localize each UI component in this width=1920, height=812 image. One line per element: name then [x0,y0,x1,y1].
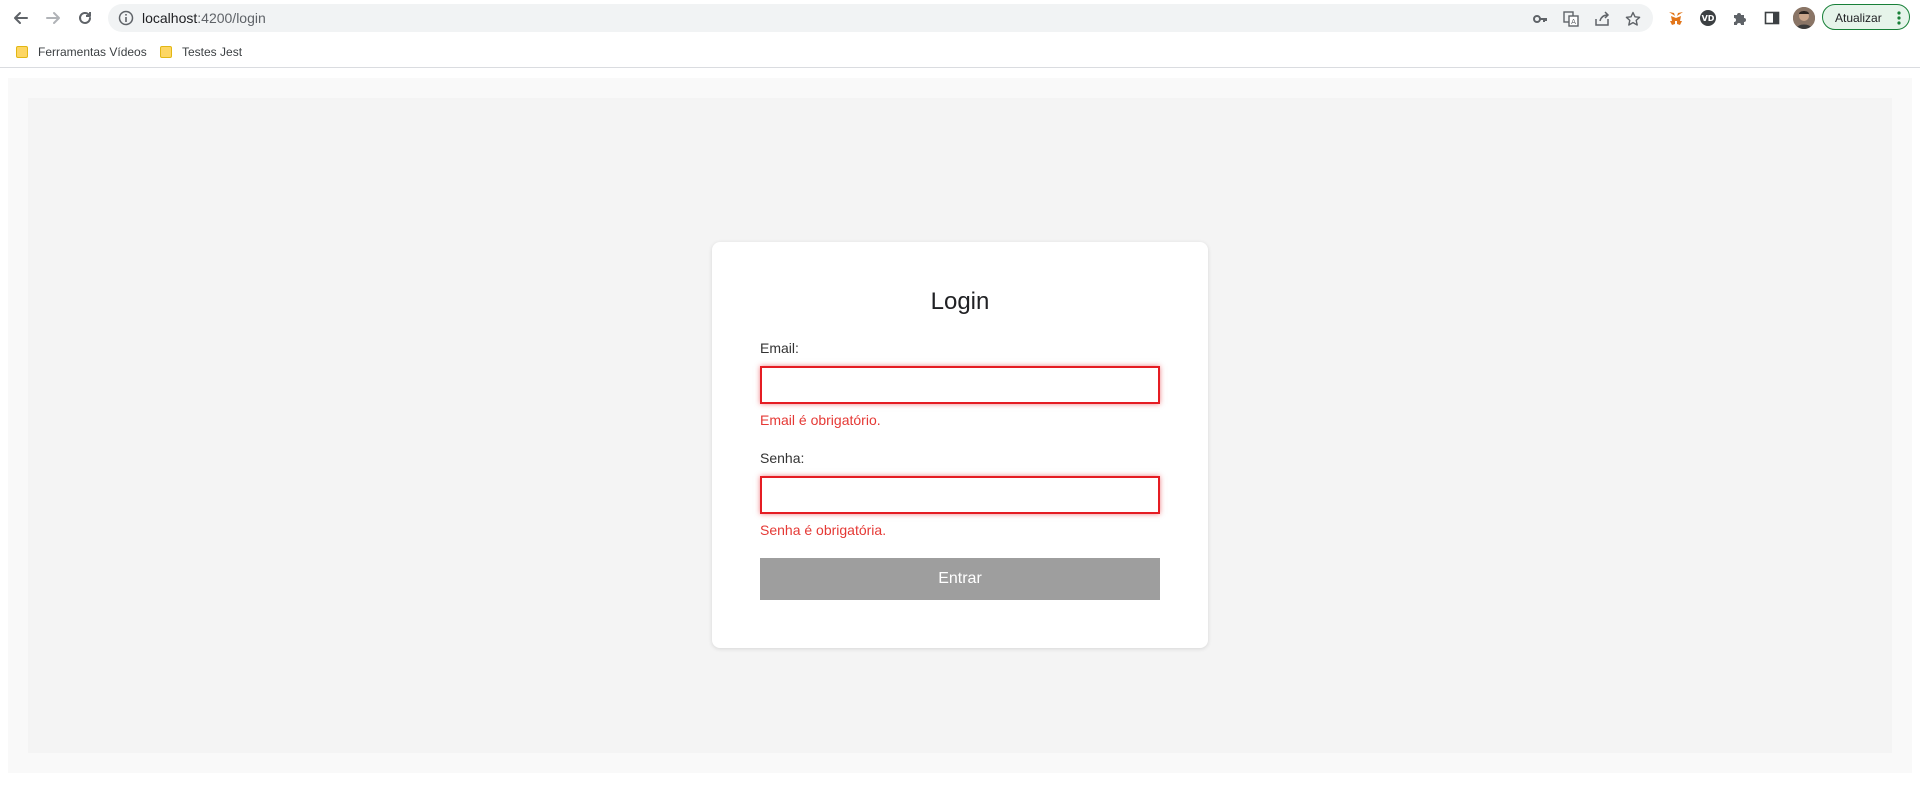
bookmark-folder-testes[interactable]: Testes Jest [160,43,242,61]
folder-icon [16,46,28,58]
email-error: Email é obrigatório. [760,412,881,428]
more-vert-icon[interactable] [1897,11,1901,25]
login-card: Login Email: Email é obrigatório. Senha:… [712,242,1208,648]
bookmark-label: Ferramentas Vídeos [38,45,147,59]
side-panel-icon[interactable] [1762,8,1782,28]
profile-avatar[interactable] [1793,7,1815,29]
page-background: Login Email: Email é obrigatório. Senha:… [8,78,1912,773]
page-container: Login Email: Email é obrigatório. Senha:… [28,98,1892,753]
submit-button[interactable]: Entrar [760,558,1160,600]
reload-icon[interactable] [73,6,97,30]
bookmarks-bar: Ferramentas Vídeos Testes Jest [0,36,1920,68]
bookmark-folder-ferramentas[interactable]: Ferramentas Vídeos [16,43,147,61]
url-text: localhost:4200/login [142,10,266,26]
browser-toolbar: localhost:4200/login A VD Atualizar [0,0,1920,36]
forward-arrow-icon[interactable] [41,6,65,30]
svg-text:VD: VD [1702,14,1715,23]
key-icon[interactable] [1531,10,1549,28]
vd-extension-icon[interactable]: VD [1698,8,1718,28]
update-button[interactable]: Atualizar [1822,4,1910,30]
page-title: Login [930,288,990,315]
puzzle-icon[interactable] [1730,8,1750,28]
translate-icon[interactable]: A [1562,10,1580,28]
bookmark-label: Testes Jest [182,45,243,59]
email-label: Email: [760,340,799,356]
password-label: Senha: [760,450,805,466]
folder-icon [160,46,172,58]
url-path: :4200/login [197,10,266,26]
metamask-icon[interactable] [1666,8,1686,28]
url-host: localhost [142,10,198,26]
address-bar[interactable]: localhost:4200/login A [108,4,1653,32]
back-arrow-icon[interactable] [9,6,33,30]
password-field[interactable] [760,476,1160,514]
password-error: Senha é obrigatória. [760,522,887,538]
share-icon[interactable] [1593,10,1611,28]
info-icon[interactable] [118,10,134,26]
update-button-label: Atualizar [1835,11,1882,25]
svg-text:A: A [1571,18,1576,26]
email-field[interactable] [760,366,1160,404]
star-icon[interactable] [1624,10,1642,28]
